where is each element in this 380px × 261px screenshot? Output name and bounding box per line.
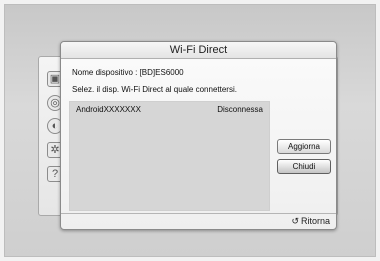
device-row[interactable]: AndroidXXXXXXX Disconnessa: [70, 102, 269, 118]
close-button[interactable]: Chiudi: [277, 159, 331, 174]
instruction-text: Selez. il disp. Wi-Fi Direct al quale co…: [72, 85, 237, 94]
device-name: AndroidXXXXXXX: [76, 105, 141, 114]
footer-divider: [61, 213, 336, 214]
wifi-direct-dialog: Wi-Fi Direct Nome dispositivo : [BD]ES60…: [60, 41, 337, 230]
device-list: AndroidXXXXXXX Disconnessa: [69, 101, 270, 211]
device-name-text: Nome dispositivo : [BD]ES6000: [72, 68, 184, 77]
return-label: Ritorna: [300, 216, 330, 226]
device-status: Disconnessa: [217, 105, 263, 114]
refresh-button[interactable]: Aggiorna: [277, 139, 331, 154]
return-hint[interactable]: ↺ Ritorna: [291, 216, 330, 227]
return-arrow-icon: ↺: [291, 216, 299, 226]
dialog-title: Wi-Fi Direct: [61, 42, 336, 59]
